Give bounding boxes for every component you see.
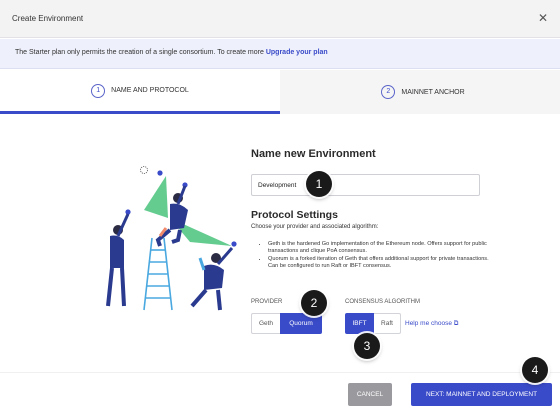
modal-header: Create Environment ✕ [0, 0, 560, 38]
ladder [143, 237, 173, 311]
node-dot [156, 169, 164, 177]
banner-text: The Starter plan only permits the creati… [15, 49, 328, 56]
upgrade-plan-link[interactable]: Upgrade your plan [266, 49, 328, 56]
provider-quorum-button[interactable]: Quorum [280, 313, 322, 334]
dashed-circle-icon [140, 166, 148, 174]
green-flag-shape [144, 176, 168, 218]
provider-label: PROVIDER [251, 299, 283, 305]
tab-label: MAINNET ANCHOR [401, 88, 465, 96]
team-illustration [106, 166, 238, 311]
tab-number-badge: 2 [381, 85, 396, 99]
close-icon[interactable]: ✕ [534, 9, 552, 27]
step-marker-2: 2 [301, 290, 327, 316]
provider-geth-button[interactable]: Geth [251, 313, 280, 334]
cancel-button[interactable]: CANCEL [348, 383, 392, 406]
banner-message: The Starter plan only permits the creati… [15, 49, 264, 56]
step-marker-1: 1 [306, 171, 332, 197]
footer-divider [0, 372, 560, 373]
consensus-label: CONSENSUS ALGORITHM [345, 299, 421, 305]
step-tabs: 1 NAME AND PROTOCOL 2 MAINNET ANCHOR [0, 70, 560, 114]
modal-title: Create Environment [12, 14, 84, 23]
environment-name-input[interactable] [251, 174, 480, 196]
tab-label: NAME AND PROTOCOL [111, 87, 189, 94]
geth-description: Geth is the hardened Go implementation o… [268, 241, 493, 256]
external-link-icon: ⧉ [453, 320, 459, 327]
tab-mainnet-anchor[interactable]: 2 MAINNET ANCHOR [286, 70, 560, 114]
person-left [106, 213, 130, 307]
name-environment-heading: Name new Environment [251, 148, 376, 160]
tab-number-badge: 1 [91, 83, 106, 98]
protocol-settings-heading: Protocol Settings [251, 209, 338, 221]
next-mainnet-deployment-button[interactable]: NEXT: MAINNET AND DEPLOYMENT [411, 383, 552, 406]
step-marker-3: 3 [354, 333, 380, 359]
help-me-choose-link[interactable]: Help me choose ⧉ [405, 320, 458, 328]
protocol-settings-subtitle: Choose your provider and associated algo… [251, 224, 379, 230]
quorum-description: Quorum is a forked iteration of Geth tha… [268, 256, 493, 271]
provider-descriptions: Geth is the hardened Go implementation o… [268, 241, 493, 270]
consensus-raft-button[interactable]: Raft [374, 313, 401, 334]
person-right [190, 247, 234, 311]
tab-name-and-protocol[interactable]: 1 NAME AND PROTOCOL [0, 70, 280, 114]
help-me-choose-label: Help me choose [405, 320, 452, 327]
plan-banner: The Starter plan only permits the creati… [0, 39, 560, 69]
step-marker-4: 4 [522, 357, 548, 383]
node-dot [230, 240, 238, 248]
consensus-ibft-button[interactable]: IBFT [345, 313, 374, 334]
